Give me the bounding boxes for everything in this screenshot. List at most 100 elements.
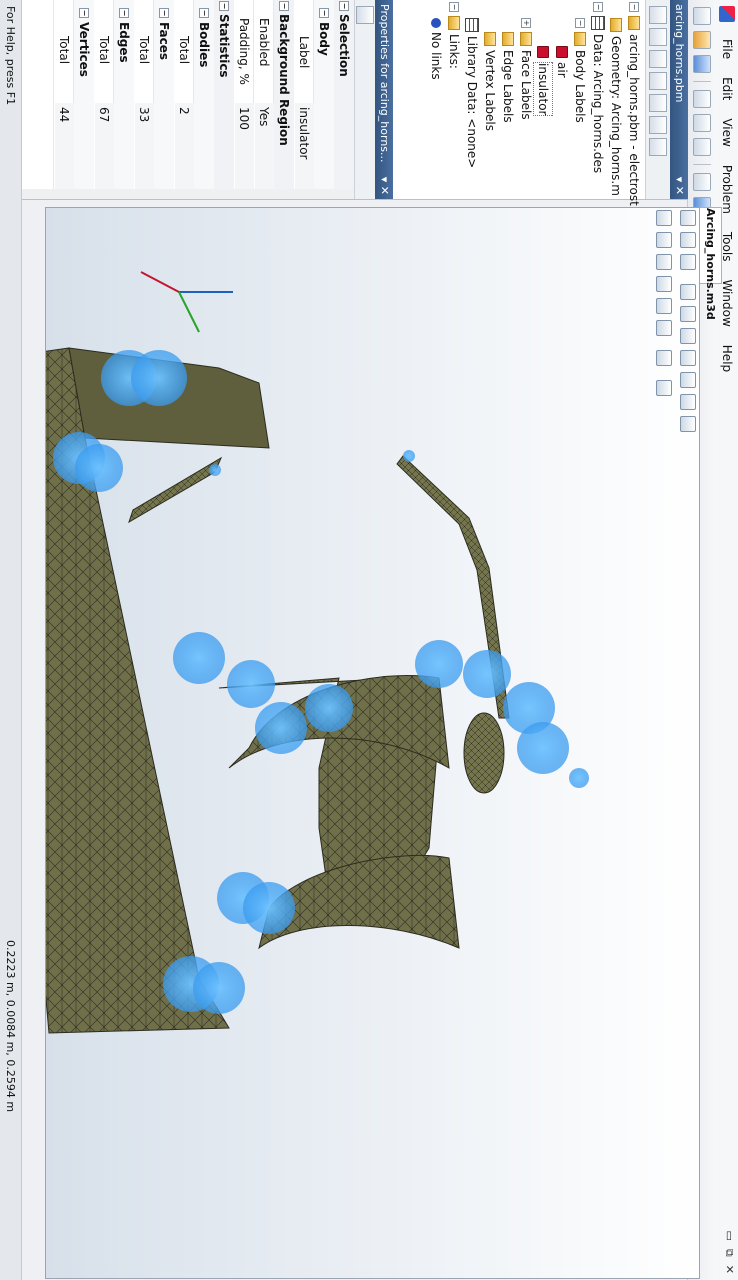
menu-window[interactable]: Window <box>720 270 734 335</box>
collapse-icon[interactable]: − <box>319 8 329 18</box>
property-value[interactable]: 67 <box>95 103 114 191</box>
folder-icon <box>448 16 460 30</box>
category-selection[interactable]: − Selection <box>333 0 354 199</box>
stop-icon[interactable] <box>649 116 667 134</box>
menu-bar: File Edit View Problem Tools Window Help… <box>715 0 738 1280</box>
menu-problem[interactable]: Problem <box>720 156 734 223</box>
minimize-icon[interactable]: ▭ <box>722 1231 736 1241</box>
collapse-icon[interactable]: − <box>575 18 585 28</box>
collapse-icon[interactable]: − <box>339 1 349 11</box>
zoom-fit-icon[interactable] <box>680 254 696 270</box>
properties-close-icon[interactable]: ▾ ✕ <box>375 177 393 195</box>
category-body[interactable]: − Body <box>313 0 334 199</box>
collapse-icon[interactable]: − <box>629 2 639 12</box>
tree-air[interactable]: air <box>553 46 571 78</box>
property-edges-total[interactable]: Total 67 <box>93 0 114 199</box>
solve-icon[interactable] <box>649 28 667 46</box>
restore-icon[interactable]: ⧉ <box>722 1249 736 1257</box>
tree-vertex-labels[interactable]: Vertex Labels <box>481 32 499 131</box>
menu-help[interactable]: Help <box>720 336 734 381</box>
target-icon[interactable] <box>656 350 672 366</box>
property-value[interactable]: 33 <box>135 103 154 191</box>
model-viewport[interactable] <box>45 207 700 1279</box>
collapse-icon[interactable]: − <box>119 8 129 18</box>
category-bodies[interactable]: − Bodies <box>193 0 214 199</box>
property-bodies-total[interactable]: Total 2 <box>173 0 194 199</box>
tree-body-labels[interactable]: − Body Labels <box>571 18 589 123</box>
menu-edit[interactable]: Edit <box>720 68 734 109</box>
collapse-icon[interactable]: − <box>279 1 289 11</box>
face-select-icon[interactable] <box>656 254 672 270</box>
tree-insulator[interactable]: insulator <box>533 46 553 117</box>
wireframe-icon[interactable] <box>656 320 672 336</box>
property-padding[interactable]: Padding, % 100 <box>233 0 254 199</box>
results-icon[interactable] <box>649 50 667 68</box>
property-value[interactable]: 2 <box>175 103 194 191</box>
category-faces[interactable]: − Faces <box>153 0 174 199</box>
paste-icon[interactable] <box>693 138 711 156</box>
collapse-icon[interactable]: − <box>593 2 603 12</box>
tree-library[interactable]: Library Data: <none> <box>463 18 481 168</box>
property-faces-total[interactable]: Total 33 <box>133 0 154 199</box>
collapse-icon[interactable]: − <box>159 8 169 18</box>
collapse-icon[interactable]: − <box>199 8 209 18</box>
new-file-icon[interactable] <box>693 7 711 25</box>
zoom-out-icon[interactable] <box>680 232 696 248</box>
mesh-model[interactable] <box>46 208 699 1278</box>
category-background-region[interactable]: − Background Region <box>273 0 294 199</box>
open-folder-icon[interactable] <box>693 31 711 49</box>
collapse-icon[interactable]: − <box>79 8 89 18</box>
property-value[interactable]: insulator <box>295 103 314 191</box>
sort-icon[interactable] <box>356 6 374 24</box>
select-icon[interactable] <box>656 210 672 226</box>
copy-icon[interactable] <box>693 114 711 132</box>
link-icon[interactable] <box>649 138 667 156</box>
property-enabled[interactable]: Enabled Yes <box>253 0 274 199</box>
collapse-icon[interactable]: − <box>449 2 459 12</box>
menu-view[interactable]: View <box>720 109 734 155</box>
left-view-icon[interactable] <box>680 350 696 366</box>
menu-tools[interactable]: Tools <box>720 223 734 271</box>
property-value[interactable]: Yes <box>255 103 274 191</box>
right-view-icon[interactable] <box>680 372 696 388</box>
close-icon[interactable]: ✕ <box>722 1265 736 1274</box>
category-vertices[interactable]: − Vertices <box>73 0 94 199</box>
tree-geometry[interactable]: Geometry: Arcing_horns.m <box>607 18 625 196</box>
property-value[interactable]: 100 <box>235 103 254 191</box>
top-view-icon[interactable] <box>680 394 696 410</box>
export-icon[interactable] <box>656 380 672 396</box>
tree-links[interactable]: − Links: <box>445 2 463 69</box>
pause-icon[interactable] <box>649 94 667 112</box>
select-region-icon[interactable] <box>656 232 672 248</box>
explorer-view-icon[interactable] <box>649 6 667 24</box>
folder-icon <box>574 32 586 46</box>
save-icon[interactable] <box>693 55 711 73</box>
library-icon <box>465 18 479 32</box>
property-key: Total <box>97 36 111 65</box>
property-value[interactable]: 44 <box>55 103 74 191</box>
document-tab[interactable]: Arcing_horns.m3d <box>699 207 722 320</box>
cut-icon[interactable] <box>693 90 711 108</box>
property-vertices-total[interactable]: Total 44 <box>53 0 74 199</box>
collapse-icon[interactable]: − <box>219 1 229 11</box>
bottom-view-icon[interactable] <box>680 416 696 432</box>
mesh-view-icon[interactable] <box>656 298 672 314</box>
property-label[interactable]: Label insulator <box>293 0 314 199</box>
menu-file[interactable]: File <box>720 30 734 68</box>
expand-icon[interactable]: + <box>521 18 531 28</box>
isometric-view-icon[interactable] <box>680 284 696 300</box>
category-statistics[interactable]: − Statistics <box>213 0 234 199</box>
field-icon[interactable] <box>649 72 667 90</box>
tree-face-labels[interactable]: + Face Labels <box>517 18 535 120</box>
print-icon[interactable] <box>693 173 711 191</box>
edge-select-icon[interactable] <box>656 276 672 292</box>
explorer-close-icon[interactable]: ▾ ✕ <box>670 177 688 195</box>
tree-edge-labels[interactable]: Edge Labels <box>499 32 517 123</box>
tree-root[interactable]: − arcing_horns.pbm - electrost <box>625 2 643 206</box>
back-view-icon[interactable] <box>680 328 696 344</box>
zoom-in-icon[interactable] <box>680 210 696 226</box>
tree-data[interactable]: − Data: Arcing_horns.des <box>589 2 607 173</box>
front-view-icon[interactable] <box>680 306 696 322</box>
category-edges[interactable]: − Edges <box>113 0 134 199</box>
properties-scrollbar[interactable] <box>0 189 354 199</box>
